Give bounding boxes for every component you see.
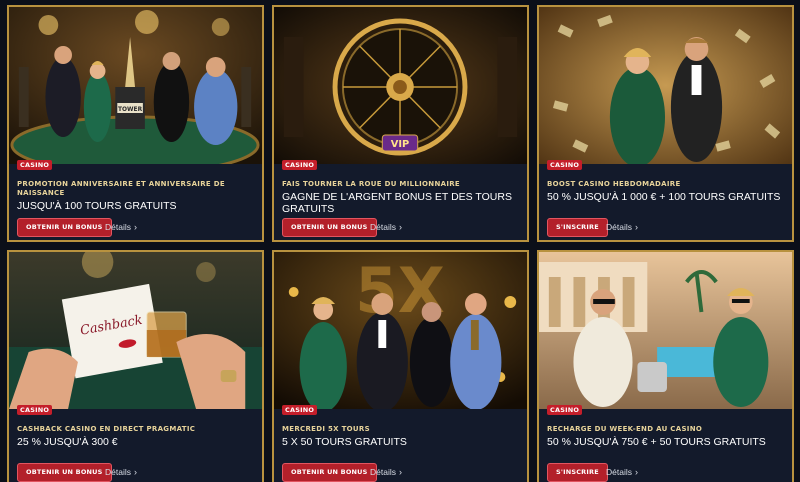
- promo-card-wednesday-5x[interactable]: 5X CASINO MERCREDI 5X TOURS 5 X 50 TOURS…: [272, 250, 529, 482]
- promo-card-cashback[interactable]: Cashback CASINO CASHBACK CASINO EN DIREC…: [7, 250, 264, 482]
- details-label: Détails: [370, 467, 396, 477]
- details-label: Détails: [105, 467, 131, 477]
- promo-subtitle: 50 % JUSQU'À 750 € + 50 TOURS GRATUITS: [547, 436, 766, 448]
- promo-title: CASHBACK CASINO EN DIRECT PRAGMATIC: [17, 425, 196, 433]
- promo-card-weekend-reload[interactable]: CASINO RECHARGE DU WEEK-END AU CASINO 50…: [537, 250, 794, 482]
- promo-card-weekly-boost[interactable]: CASINO BOOST CASINO HEBDOMADAIRE 50 % JU…: [537, 5, 794, 242]
- details-link[interactable]: Détails ›: [606, 222, 638, 232]
- chevron-right-icon: ›: [634, 222, 638, 232]
- details-label: Détails: [370, 222, 396, 232]
- promo-subtitle: GAGNE DE L'ARGENT BONUS ET DES TOURS GRA…: [282, 191, 512, 215]
- promo-image-birthday: TOWER: [9, 7, 262, 164]
- details-label: Détails: [606, 467, 632, 477]
- chevron-right-icon: ›: [398, 222, 402, 232]
- casino-badge: CASINO: [547, 160, 583, 170]
- promo-title: FAIS TOURNER LA ROUE DU MILLIONNAIRE: [282, 180, 460, 188]
- promo-title: RECHARGE DU WEEK-END AU CASINO: [547, 425, 703, 433]
- get-bonus-button[interactable]: OBTENIR UN BONUS: [17, 463, 112, 482]
- chevron-right-icon: ›: [634, 467, 638, 477]
- promo-subtitle: 5 X 50 TOURS GRATUITS: [282, 436, 407, 448]
- promo-title: BOOST CASINO HEBDOMADAIRE: [547, 180, 681, 188]
- get-bonus-button[interactable]: OBTENIR UN BONUS: [282, 463, 377, 482]
- promo-subtitle: 50 % JUSQU'À 1 000 € + 100 TOURS GRATUIT…: [547, 191, 781, 203]
- chevron-right-icon: ›: [133, 222, 137, 232]
- casino-badge: CASINO: [17, 160, 53, 170]
- sign-up-button[interactable]: S'INSCRIRE: [547, 463, 608, 482]
- cake-label: TOWER: [118, 106, 143, 113]
- casino-badge: CASINO: [282, 405, 318, 415]
- promo-title: PROMOTION ANNIVERSAIRE ET ANNIVERSAIRE D…: [17, 180, 225, 197]
- get-bonus-button[interactable]: OBTENIR UN BONUS: [17, 218, 112, 237]
- get-bonus-button[interactable]: OBTENIR UN BONUS: [282, 218, 377, 237]
- vip-label: VIP: [391, 139, 409, 150]
- promo-image-weekend: [539, 252, 792, 409]
- promotions-grid: TOWER CASINO PROMOTION ANNIVERSAIRE ET A…: [0, 0, 800, 482]
- promo-image-cashback: Cashback: [9, 252, 262, 409]
- promo-card-birthday[interactable]: TOWER CASINO PROMOTION ANNIVERSAIRE ET A…: [7, 5, 264, 242]
- promo-image-boost: [539, 7, 792, 164]
- chevron-right-icon: ›: [398, 467, 402, 477]
- details-link[interactable]: Détails ›: [370, 467, 402, 477]
- details-link[interactable]: Détails ›: [105, 222, 137, 232]
- promo-image-wheel: VIP: [274, 7, 527, 164]
- details-link[interactable]: Détails ›: [370, 222, 402, 232]
- casino-badge: CASINO: [282, 160, 318, 170]
- promo-subtitle: JUSQU'À 100 TOURS GRATUITS: [17, 200, 177, 212]
- sign-up-button[interactable]: S'INSCRIRE: [547, 218, 608, 237]
- chevron-right-icon: ›: [133, 467, 137, 477]
- details-label: Détails: [105, 222, 131, 232]
- casino-badge: CASINO: [17, 405, 53, 415]
- promo-image-5x: 5X: [274, 252, 527, 409]
- promo-title: MERCREDI 5X TOURS: [282, 425, 370, 433]
- details-link[interactable]: Détails ›: [606, 467, 638, 477]
- promo-subtitle: 25 % JUSQU'À 300 €: [17, 436, 118, 448]
- casino-badge: CASINO: [547, 405, 583, 415]
- details-label: Détails: [606, 222, 632, 232]
- promo-card-millionaire-wheel[interactable]: VIP CASINO FAIS TOURNER LA ROUE DU MILLI…: [272, 5, 529, 242]
- details-link[interactable]: Détails ›: [105, 467, 137, 477]
